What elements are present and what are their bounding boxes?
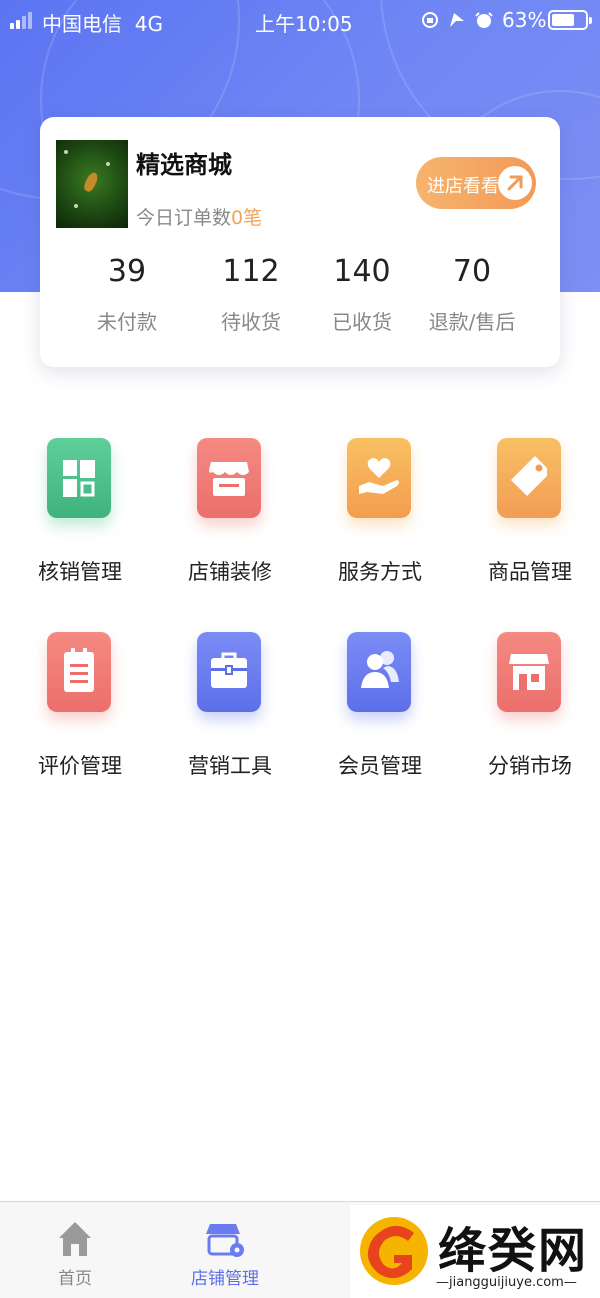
today-orders-count: 0 <box>231 207 244 229</box>
menu-verification-management[interactable]: 核销管理 <box>0 438 150 608</box>
menu-label: 店铺装修 <box>188 560 272 584</box>
watermark-url: —jiangguijiuye.com— <box>436 1275 577 1290</box>
carrier-label: 中国电信 4G <box>42 12 163 36</box>
menu-service-methods[interactable]: 服务方式 <box>300 438 450 608</box>
menu-label: 核销管理 <box>38 560 122 584</box>
stat-label: 待收货 <box>221 310 281 334</box>
menu-label: 商品管理 <box>488 560 572 584</box>
visit-store-button[interactable]: 进店看看 <box>416 157 536 209</box>
menu-label: 会员管理 <box>338 754 422 778</box>
menu-store-decoration[interactable]: 店铺装修 <box>150 438 300 608</box>
stat-value: 39 <box>107 254 147 289</box>
stat-received[interactable]: 140 已收货 <box>302 252 422 335</box>
stat-awaiting-receipt[interactable]: 112 待收货 <box>191 252 311 335</box>
stat-value: 70 <box>452 254 492 289</box>
storefront-icon <box>197 438 261 518</box>
today-orders: 今日订单数0笔 <box>136 207 263 229</box>
rotation-lock-icon <box>422 12 438 28</box>
heart-hand-icon <box>347 438 411 518</box>
stat-refund-after-sales[interactable]: 70 退款/售后 <box>412 252 532 335</box>
watermark-title: 绛癸网 <box>438 1223 589 1279</box>
status-bar: 中国电信 4G 上午10:05 63% <box>0 0 600 40</box>
arrow-up-right-icon <box>498 166 532 200</box>
clipboard-icon <box>47 632 111 712</box>
stat-value: 140 <box>333 254 391 289</box>
store-settings-icon <box>206 1224 244 1257</box>
tab-home[interactable]: 首页 <box>0 1202 150 1298</box>
menu-review-management[interactable]: 评价管理 <box>0 632 150 802</box>
home-icon <box>59 1222 91 1256</box>
menu-product-management[interactable]: 商品管理 <box>450 438 600 608</box>
battery-icon <box>548 10 592 30</box>
grid-icon <box>47 438 111 518</box>
tab-label: 首页 <box>58 1269 92 1289</box>
shop-thumbnail <box>56 140 128 228</box>
alarm-icon <box>475 12 493 28</box>
signal-icon <box>10 11 38 29</box>
shop-icon <box>497 632 561 712</box>
menu-label: 营销工具 <box>188 754 272 778</box>
stat-label: 未付款 <box>97 310 157 334</box>
tab-label: 店铺管理 <box>191 1269 259 1289</box>
stat-label: 退款/售后 <box>428 310 516 334</box>
stat-label: 已收货 <box>332 310 392 334</box>
tab-store-management[interactable]: 店铺管理 <box>150 1202 300 1298</box>
network-label: 4G <box>134 12 163 36</box>
shop-summary-card: 精选商城 今日订单数0笔 进店看看 39 未付款 112 待收货 140 已收货… <box>40 117 560 367</box>
tag-icon <box>497 438 561 518</box>
battery-percent: 63% <box>502 8 547 32</box>
watermark-logo <box>360 1217 428 1285</box>
briefcase-icon <box>197 632 261 712</box>
clock: 上午10:05 <box>255 12 353 36</box>
stat-unpaid[interactable]: 39 未付款 <box>67 252 187 335</box>
menu-label: 分销市场 <box>488 754 572 778</box>
visit-store-label: 进店看看 <box>427 176 499 197</box>
status-icons <box>420 8 500 32</box>
menu-label: 服务方式 <box>338 560 422 584</box>
menu-label: 评价管理 <box>38 754 122 778</box>
watermark: 绛癸网 —jiangguijiuye.com— <box>350 1205 600 1298</box>
stat-value: 112 <box>222 254 280 289</box>
menu-distribution-market[interactable]: 分销市场 <box>450 632 600 802</box>
location-icon <box>450 13 464 27</box>
shop-name: 精选商城 <box>136 151 232 179</box>
users-icon <box>347 632 411 712</box>
menu-member-management[interactable]: 会员管理 <box>300 632 450 802</box>
menu-marketing-tools[interactable]: 营销工具 <box>150 632 300 802</box>
